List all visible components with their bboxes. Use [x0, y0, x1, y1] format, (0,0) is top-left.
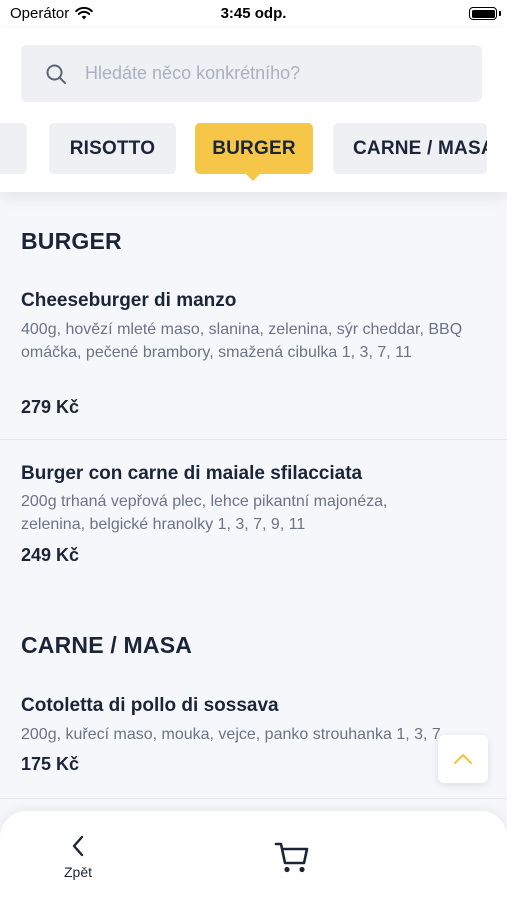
item-price: 279 Kč — [21, 397, 80, 417]
scroll-top-button[interactable] — [438, 735, 488, 783]
category-strip[interactable]: RISOTTO BURGER CARNE / MASA — [0, 123, 507, 183]
status-bar: Operátor 3:45 odp. — [0, 0, 507, 28]
item-description: 200g, kuřecí maso, mouka, vejce, panko s… — [21, 726, 441, 743]
back-button[interactable]: Zpět — [52, 835, 104, 885]
active-tab-pointer — [246, 174, 260, 181]
category-tab-previous[interactable] — [0, 123, 27, 174]
item-name: Burger con carne di maiale sfilacciata — [21, 463, 363, 484]
item-name: Cotoletta di pollo di sossava — [21, 695, 279, 716]
item-description: 400g, hovězí mleté maso, slanina, zeleni… — [21, 321, 463, 361]
divider — [0, 439, 507, 440]
menu-header: RISOTTO BURGER CARNE / MASA — [0, 28, 507, 192]
cart-icon — [274, 842, 309, 873]
category-tab-burger[interactable]: BURGER — [195, 123, 313, 174]
section-title: BURGER — [21, 228, 122, 254]
divider — [0, 798, 507, 799]
section-title: CARNE / MASA — [21, 632, 193, 658]
search-bar[interactable] — [21, 45, 482, 102]
item-description: 200g trhaná vepřová plec, lehce pikantní… — [21, 493, 388, 533]
cart-button[interactable] — [273, 839, 311, 875]
bottom-bar: Zpět — [0, 811, 507, 900]
search-input[interactable] — [85, 45, 465, 102]
search-icon — [46, 64, 66, 84]
item-name: Cheeseburger di manzo — [21, 290, 237, 311]
status-time: 3:45 odp. — [220, 5, 287, 22]
back-label: Zpět — [63, 864, 92, 880]
item-price: 175 Kč — [21, 754, 80, 774]
category-tab-carne-masa[interactable]: CARNE / MASA — [333, 123, 487, 174]
battery-icon — [469, 7, 497, 20]
category-tab-risotto[interactable]: RISOTTO — [49, 123, 176, 174]
chevron-left-icon — [72, 835, 84, 857]
item-price: 249 Kč — [21, 545, 80, 565]
chevron-up-icon — [453, 753, 473, 765]
